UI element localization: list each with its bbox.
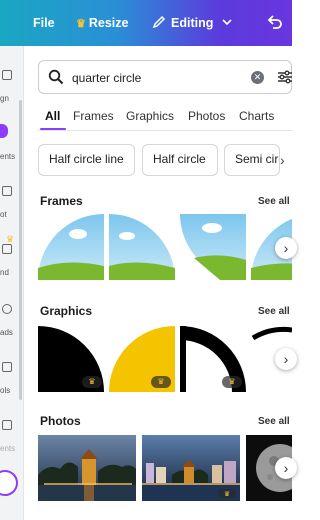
resize-label: Resize [88, 16, 129, 30]
graphic-thumbnail[interactable]: ♛ [180, 326, 246, 392]
uploads-icon[interactable] [2, 304, 12, 314]
text-icon[interactable] [2, 186, 12, 196]
photos-see-all[interactable]: See all [258, 416, 290, 427]
crown-icon: ♛ [88, 377, 96, 386]
photos-next-button[interactable]: › [275, 457, 297, 479]
pencil-icon [152, 15, 166, 29]
chip-semi-circle[interactable]: Semi circ [224, 144, 280, 176]
search-box[interactable]: quarter circle ✕ [38, 60, 292, 94]
chip-half-circle-line[interactable]: Half circle line [38, 144, 135, 176]
rail-label-elements: ents [0, 152, 16, 161]
tab-charts[interactable]: Charts [239, 109, 274, 123]
frames-see-all[interactable]: See all [258, 196, 290, 207]
crown-icon: ♛ [76, 18, 86, 30]
file-menu[interactable]: File [33, 15, 55, 31]
brand-icon[interactable] [2, 244, 12, 254]
elements-icon[interactable] [0, 124, 8, 138]
frame-thumbnail[interactable] [109, 214, 175, 280]
undo-icon [267, 15, 282, 29]
crown-icon: ♛ [157, 377, 165, 386]
chevron-down-icon [222, 19, 232, 26]
chevron-right-icon: › [283, 460, 289, 476]
tab-divider [38, 130, 292, 131]
svg-text:♛: ♛ [224, 490, 230, 498]
rail-scrollbar[interactable] [19, 100, 22, 400]
graphics-next-button[interactable]: › [275, 348, 297, 370]
graphics-see-all[interactable]: See all [258, 306, 290, 317]
graphics-title: Graphics [40, 304, 93, 318]
search-icon [48, 69, 64, 85]
rail-label-design: gn [0, 94, 9, 103]
frames-title: Frames [40, 194, 83, 208]
tab-graphics[interactable]: Graphics [126, 109, 174, 123]
frame-thumbnail[interactable] [38, 214, 104, 280]
rail-label-projects: ents [0, 444, 16, 453]
rail-label-tools: ols [0, 386, 11, 395]
search-input[interactable]: quarter circle [72, 71, 141, 85]
editing-label: Editing [171, 16, 214, 30]
undo-button[interactable] [266, 13, 284, 35]
graphic-thumbnail[interactable]: ♛ [109, 326, 175, 392]
crown-icon: ♛ [228, 377, 236, 386]
close-icon: ✕ [253, 72, 262, 82]
tab-all[interactable]: All [45, 109, 60, 123]
photo-thumbnail[interactable]: ♛ [142, 435, 240, 501]
tab-frames[interactable]: Frames [73, 109, 114, 123]
frames-next-button[interactable]: › [275, 237, 297, 259]
chevron-right-icon: › [283, 351, 289, 367]
pro-badge: ♛ [82, 376, 102, 388]
editing-dropdown[interactable]: Editing [152, 15, 232, 31]
top-bar: File ♛ Resize Editing [0, 0, 292, 46]
graphic-thumbnail[interactable]: ♛ [38, 326, 104, 392]
rail-label-text: ot [0, 210, 7, 219]
photos-title: Photos [40, 414, 81, 428]
clear-search-button[interactable]: ✕ [251, 71, 264, 84]
pro-badge: ♛ [222, 376, 242, 388]
chevron-right-icon: › [283, 240, 289, 256]
design-icon[interactable] [2, 70, 12, 80]
pro-badge: ♛ [151, 376, 171, 388]
frame-thumbnail[interactable] [180, 214, 246, 280]
filter-icon[interactable] [277, 69, 293, 85]
tools-icon[interactable] [2, 362, 12, 372]
chevron-right-icon[interactable]: › [280, 152, 294, 168]
rail-label-uploads: ads [0, 328, 13, 337]
left-rail: gn ents ot ♛ nd ads ols ents [0, 46, 24, 520]
resize-button[interactable]: ♛ Resize [76, 15, 128, 32]
projects-icon[interactable] [2, 420, 12, 430]
photo-thumbnail[interactable] [38, 435, 136, 501]
rail-label-brand: nd [0, 268, 9, 277]
chip-half-circle[interactable]: Half circle [142, 144, 218, 176]
tab-photos[interactable]: Photos [188, 109, 225, 123]
